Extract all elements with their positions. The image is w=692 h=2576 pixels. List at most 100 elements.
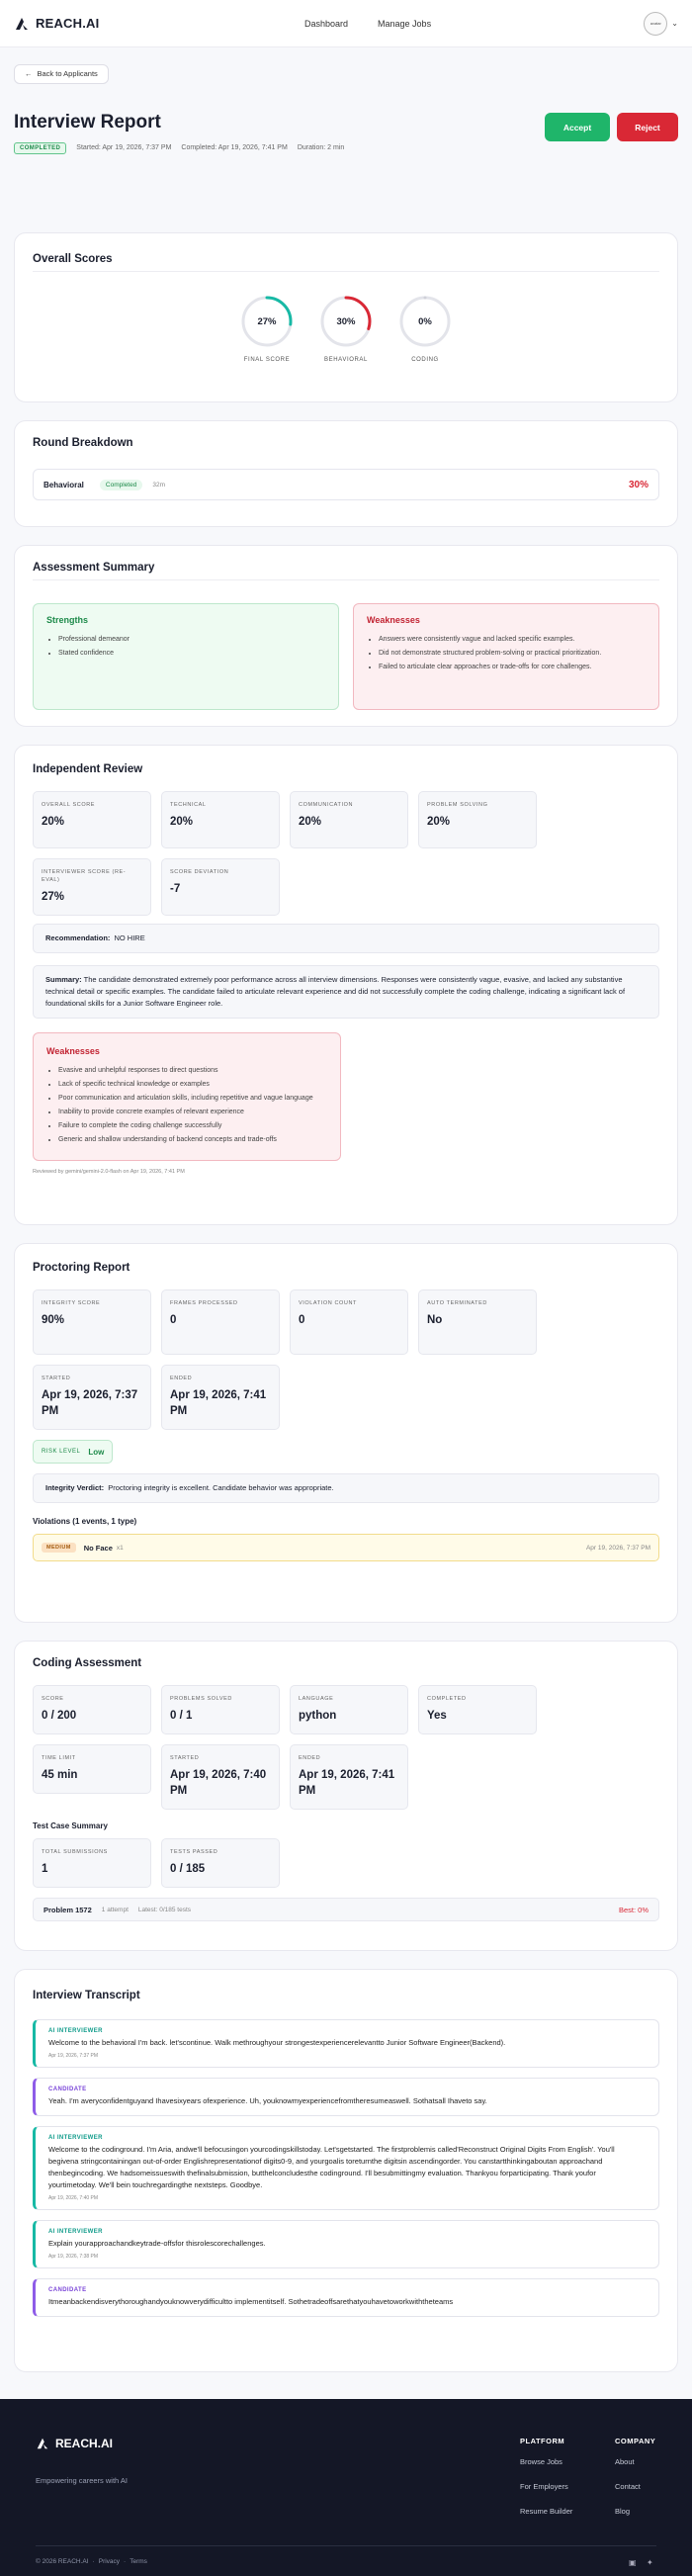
footer-link-browse-jobs[interactable]: Browse Jobs [520, 2457, 572, 2466]
metric-problem-solving: PROBLEM SOLVING 20% [418, 791, 537, 848]
assessment-summary-title: Assessment Summary [33, 562, 155, 574]
coding-assessment-card: Coding Assessment SCORE 0 / 200 PROBLEMS … [14, 1641, 678, 1951]
footer-link-blog[interactable]: Blog [615, 2507, 655, 2516]
metric-auto-terminated: AUTO TERMINATED No [418, 1289, 537, 1355]
metric-value: Yes [427, 1710, 447, 1722]
violation-name: No Face [83, 1543, 113, 1553]
metric-value: 20% [299, 816, 322, 828]
metric-value: 0 [299, 1314, 305, 1326]
metric-label: COMPLETED [427, 1696, 467, 1702]
metric-value: 90% [42, 1314, 65, 1326]
footer-link-resume-builder[interactable]: Resume Builder [520, 2507, 572, 2516]
coding-assessment-title: Coding Assessment [33, 1657, 142, 1669]
transcript-title: Interview Transcript [33, 1990, 140, 2001]
recommendation-value: NO HIRE [114, 933, 145, 942]
avatar[interactable]: avatar [644, 11, 668, 36]
metric-completed: COMPLETED Yes [418, 1685, 537, 1734]
message-text: Yeah. I'm averyconfidentguyand Ihavesixy… [48, 2096, 487, 2105]
test-case-summary-title: Test Case Summary [33, 1821, 108, 1830]
logo-icon [16, 17, 28, 30]
copyright: © 2026 REACH.AI [36, 2558, 89, 2565]
transcript-message: AI INTERVIEWER Welcome to the behavioral… [33, 2019, 659, 2068]
round-row-behavioral[interactable]: Behavioral Completed 32m 30% [33, 469, 659, 500]
proctoring-report-title: Proctoring Report [33, 1262, 130, 1274]
transcript-list[interactable]: AI INTERVIEWER Welcome to the behavioral… [33, 2019, 659, 2367]
metric-label: PROBLEMS SOLVED [170, 1696, 232, 1702]
top-nav: REACH.AI Dashboard Manage Jobs avatar ⌄ [0, 0, 692, 47]
message-role: AI INTERVIEWER [48, 2229, 103, 2235]
reject-button[interactable]: Reject [617, 113, 678, 141]
terms-link[interactable]: Terms [130, 2558, 147, 2568]
metric-violation-count: VIOLATION COUNT 0 [290, 1289, 408, 1355]
overall-scores-card: Overall Scores 27% FINAL SCORE 30% BEHAVIOR… [14, 232, 678, 402]
message-role: AI INTERVIEWER [48, 2135, 103, 2141]
metric-label: INTERVIEWER SCORE (RE-EVAL) [42, 869, 127, 883]
metric-value: Apr 19, 2026, 7:40 PM [170, 1769, 267, 1797]
twitter-icon[interactable]: ✦ [647, 2558, 656, 2568]
weaknesses-box: Weaknesses Answers were consistently vag… [353, 603, 659, 710]
round-name: Behavioral [43, 480, 84, 489]
linkedin-icon[interactable]: ▣ [629, 2558, 639, 2568]
metric-value: Apr 19, 2026, 7:41 PM [299, 1769, 395, 1797]
back-to-applicants-button[interactable]: ← Back to Applicants [14, 63, 109, 84]
nav-manage-jobs-link[interactable]: Manage Jobs [378, 19, 431, 29]
gauge-ring: 27% [239, 294, 295, 349]
metric-label: ENDED [299, 1755, 321, 1761]
footer-link-for-employers[interactable]: For Employers [520, 2482, 572, 2491]
independent-review-card: Independent Review OVERALL SCORE 20% TECH… [14, 745, 678, 1225]
metric-label: TOTAL SUBMISSIONS [42, 1849, 108, 1855]
metric-value: 0 [170, 1314, 177, 1326]
metric-value: 20% [427, 816, 451, 828]
chevron-down-icon[interactable]: ⌄ [671, 19, 678, 28]
risk-level-badge: RISK LEVEL Low [33, 1440, 114, 1464]
problem-row[interactable]: Problem 1572 1 attempt Latest: 0/185 tes… [33, 1898, 659, 1921]
user-menu[interactable]: avatar ⌄ [644, 11, 678, 36]
duration: Duration: 2 min [297, 144, 345, 151]
metric-score-deviation: SCORE DEVIATION -7 [161, 858, 280, 916]
gauge-label: CODING [411, 357, 439, 363]
score-gauge: 0% CODING [397, 294, 453, 363]
summary-text: The candidate demonstrated extremely poo… [45, 975, 626, 1008]
footer-brand: REACH.AI [55, 2437, 114, 2450]
privacy-link[interactable]: Privacy [99, 2558, 120, 2568]
round-time: 32m [152, 481, 165, 489]
metric-label: TIME LIMIT [42, 1755, 76, 1761]
brand-logo[interactable]: REACH.AI [14, 16, 99, 32]
metric-label: INTEGRITY SCORE [42, 1300, 101, 1306]
strength-item: Stated confidence [58, 647, 325, 661]
footer-link-about[interactable]: About [615, 2457, 655, 2466]
nav-dashboard-link[interactable]: Dashboard [304, 19, 348, 29]
weakness-item: Failed to articulate clear approaches or… [379, 661, 646, 674]
review-weakness-item: Inability to provide concrete examples o… [58, 1106, 327, 1119]
metric-value: No [427, 1314, 443, 1326]
site-footer: REACH.AI Empowering careers with AI PLAT… [0, 2399, 692, 2576]
transcript-message: AI INTERVIEWER Welcome to the codingroun… [33, 2126, 659, 2210]
footer-tagline: Empowering careers with AI [36, 2476, 128, 2485]
summary-label: Summary: [45, 975, 82, 984]
problem-best: Best: 0% [618, 1905, 649, 1914]
metric-value: 0 / 200 [42, 1710, 77, 1722]
review-weakness-item: Evasive and unhelpful responses to direc… [58, 1064, 327, 1078]
independent-review-title: Independent Review [33, 763, 143, 775]
transcript-message: AI INTERVIEWER Explain yourapproachandke… [33, 2220, 659, 2268]
score-gauge: 27% FINAL SCORE [239, 294, 295, 363]
gauge-value: 27% [257, 315, 277, 327]
review-weakness-item: Poor communication and articulation skil… [58, 1092, 327, 1106]
footer-platform-column: PLATFORM Browse Jobs For Employers Resum… [520, 2437, 572, 2532]
round-breakdown-title: Round Breakdown [33, 437, 133, 449]
violation-row[interactable]: MEDIUM No Face x1 Apr 19, 2026, 7:37 PM [33, 1534, 659, 1561]
metric-label: STARTED [170, 1755, 200, 1761]
metric-communication: COMMUNICATION 20% [290, 791, 408, 848]
problem-name: Problem 1572 [43, 1905, 92, 1914]
logo-icon [37, 2438, 48, 2449]
message-text: Explain yourapproachandkeytrade-offsfor … [48, 2239, 266, 2248]
review-weaknesses-title: Weaknesses [46, 1046, 100, 1056]
problem-latest: Latest: 0/185 tests [137, 1906, 192, 1913]
metric-value: 27% [42, 891, 65, 903]
footer-link-contact[interactable]: Contact [615, 2482, 655, 2491]
metric-language: LANGUAGE python [290, 1685, 408, 1734]
footer-logo[interactable]: REACH.AI [36, 2437, 113, 2450]
metric-started: STARTED Apr 19, 2026, 7:37 PM [33, 1365, 151, 1430]
separator: · [124, 2558, 127, 2565]
accept-button[interactable]: Accept [545, 113, 610, 141]
